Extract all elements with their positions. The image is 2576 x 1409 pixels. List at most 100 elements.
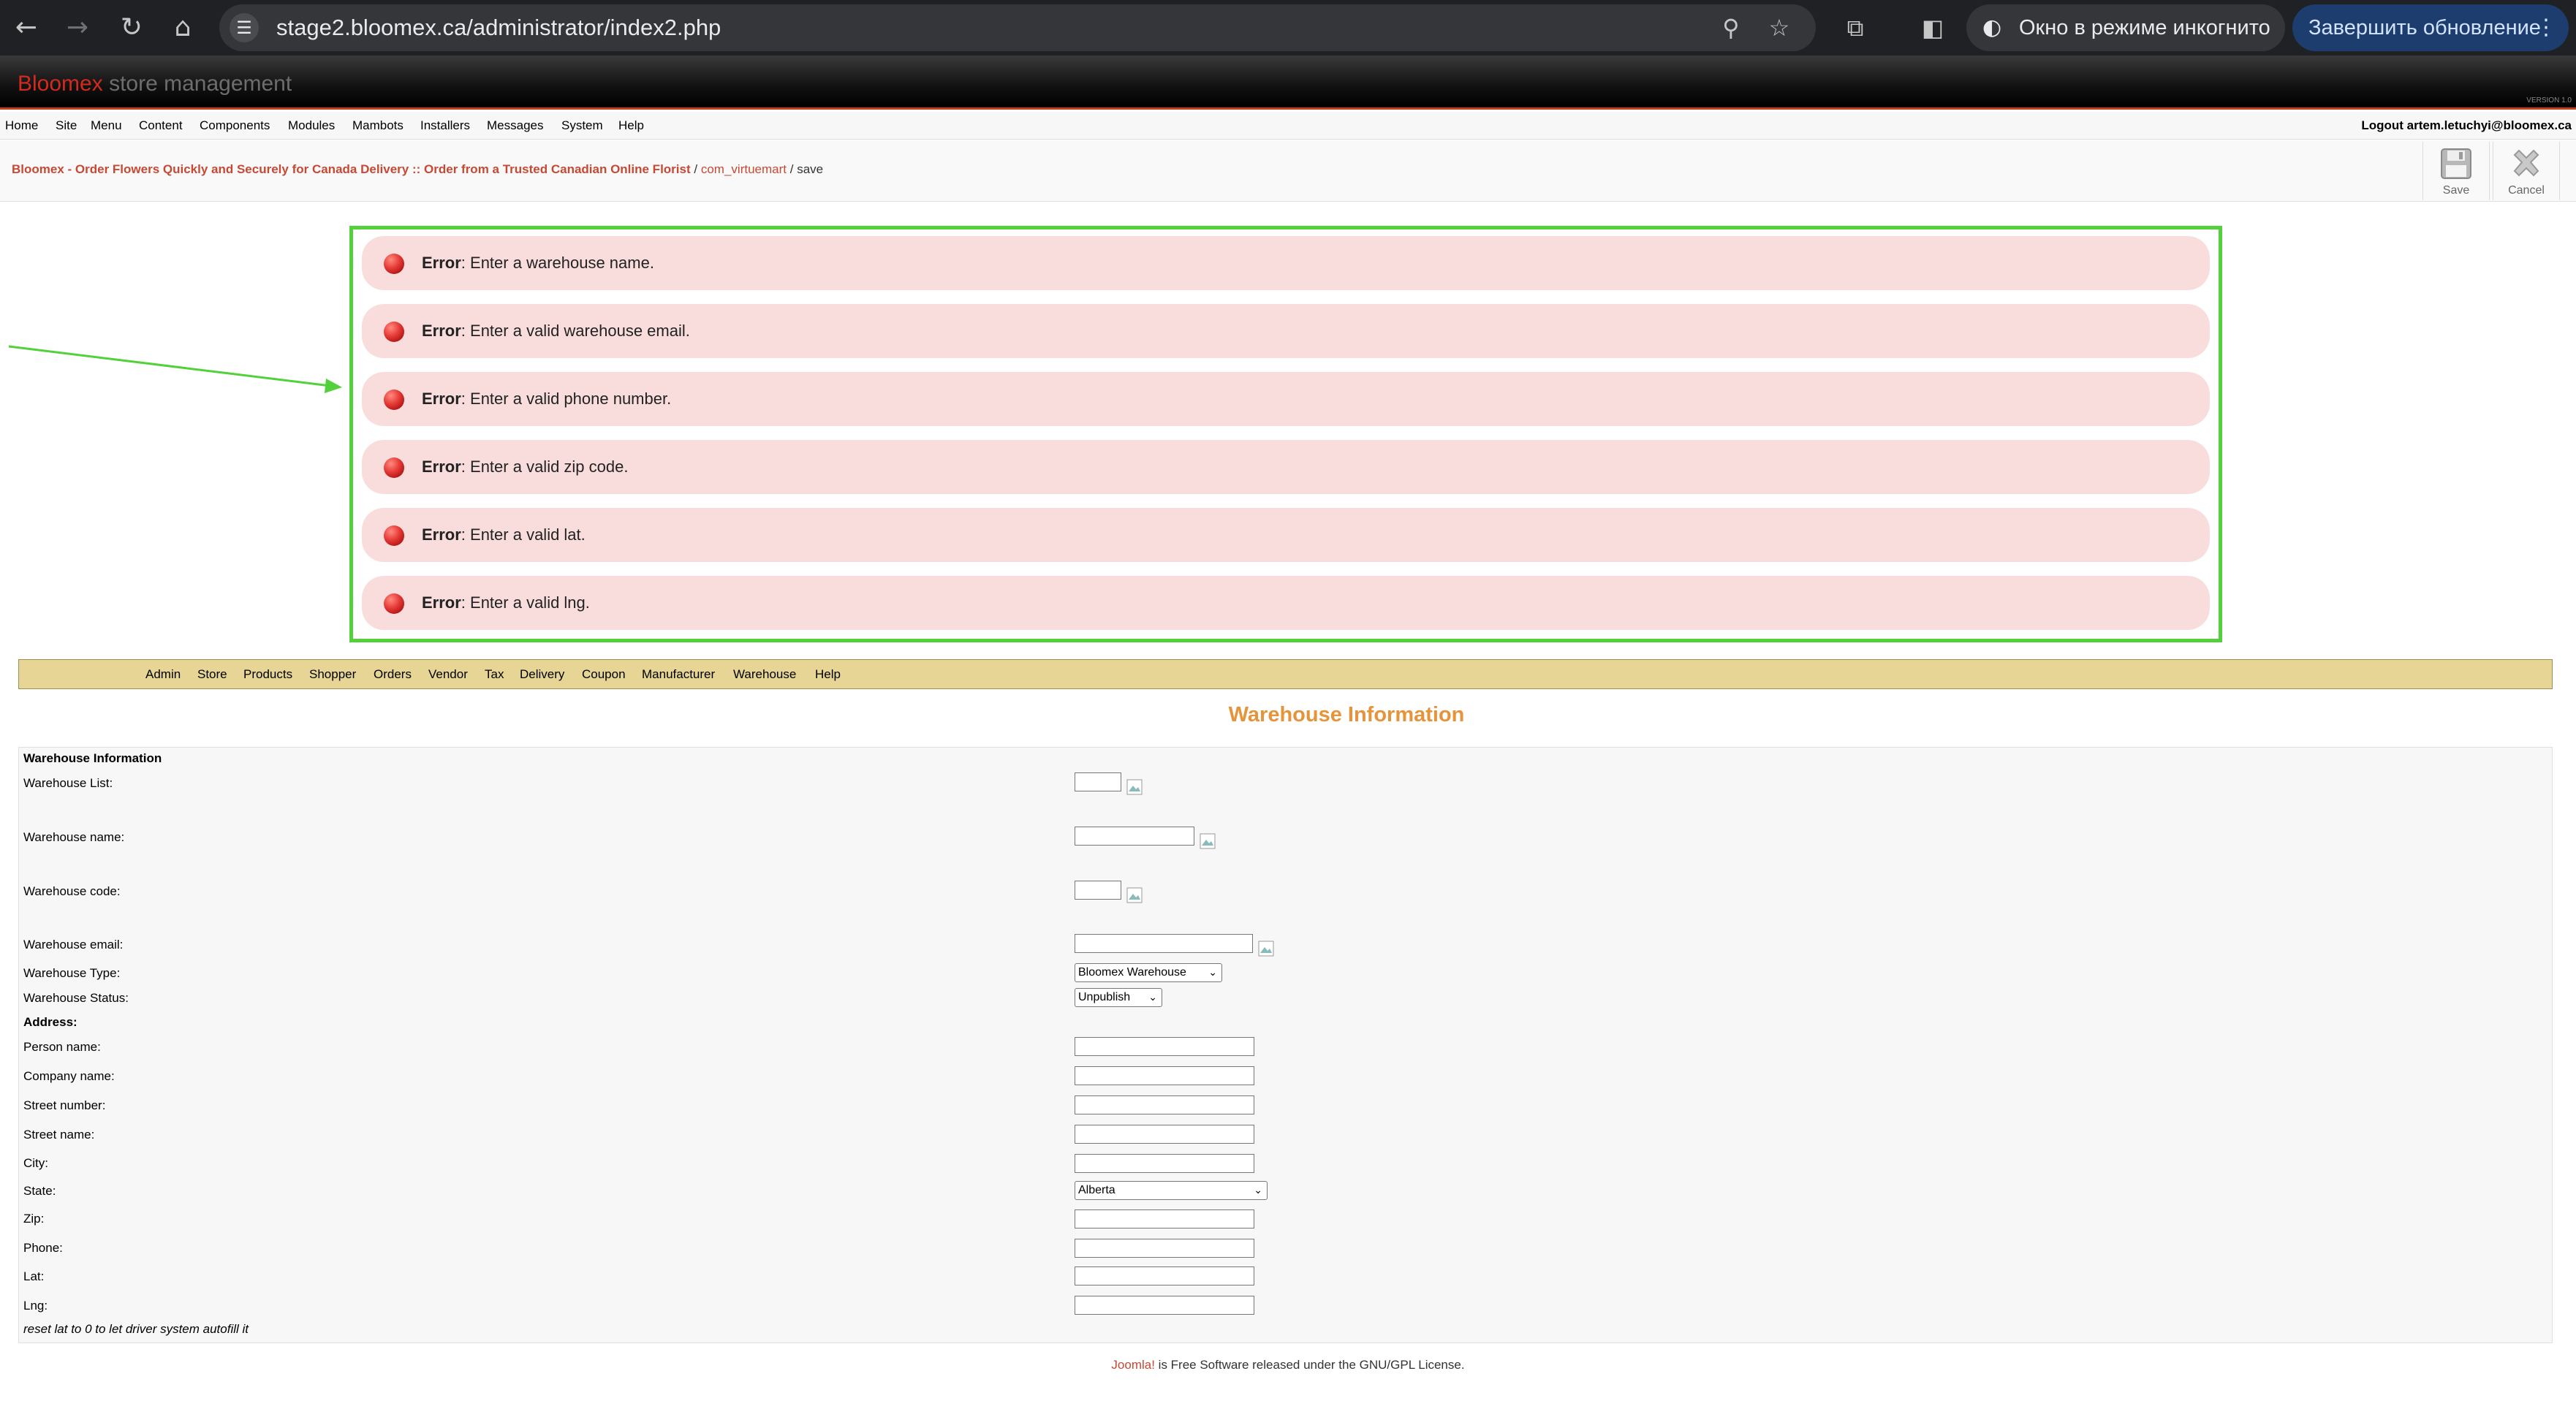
side-panel-icon[interactable]: ◧	[1915, 10, 1950, 45]
phone-field[interactable]	[1075, 1239, 1254, 1258]
error-text: : Enter a valid phone number.	[461, 390, 672, 408]
error-messages-box: Error: Enter a warehouse name. Error: En…	[349, 226, 2222, 642]
vm-menu-delivery[interactable]: Delivery	[520, 660, 564, 688]
home-icon[interactable]: ⌂	[165, 10, 200, 45]
warehouse-type-value: Bloomex Warehouse	[1078, 966, 1186, 979]
chevron-down-icon: ⌄	[1148, 992, 1157, 1003]
vm-menu-admin[interactable]: Admin	[145, 660, 181, 688]
browser-menu-icon[interactable]: ⋮	[2535, 4, 2557, 51]
vm-menu-tax[interactable]: Tax	[485, 660, 504, 688]
breadcrumb-task: save	[797, 162, 824, 176]
vm-menu-warehouse[interactable]: Warehouse	[733, 660, 796, 688]
extensions-icon[interactable]: ⧉	[1838, 10, 1873, 45]
error-message: Error: Enter a valid zip code.	[362, 440, 2210, 494]
breadcrumb-component[interactable]: com_virtuemart	[701, 162, 787, 176]
vm-menu-help[interactable]: Help	[815, 660, 841, 688]
warehouse-name-field[interactable]	[1075, 827, 1194, 846]
street-name-field[interactable]	[1075, 1125, 1254, 1144]
page-title: Warehouse Information	[1228, 703, 1465, 726]
error-message: Error: Enter a valid lat.	[362, 508, 2210, 562]
finish-update-label: Завершить обновление	[2308, 16, 2541, 39]
vm-menu-orders[interactable]: Orders	[374, 660, 412, 688]
menu-help[interactable]: Help	[618, 112, 644, 140]
error-message: Error: Enter a valid phone number.	[362, 372, 2210, 426]
lng-field[interactable]	[1075, 1296, 1254, 1315]
warehouse-type-select[interactable]: Bloomex Warehouse ⌄	[1075, 963, 1222, 982]
menu-menu[interactable]: Menu	[91, 112, 122, 140]
city-label: City:	[23, 1156, 48, 1170]
finish-update-button[interactable]: Завершить обновление ⋮	[2292, 4, 2569, 51]
error-icon	[384, 390, 404, 410]
error-icon	[384, 593, 404, 614]
back-icon[interactable]: ←	[9, 10, 44, 45]
vm-menu-products[interactable]: Products	[243, 660, 292, 688]
state-select[interactable]: Alberta ⌄	[1075, 1181, 1268, 1200]
save-icon	[2441, 148, 2471, 179]
warehouse-status-value: Unpublish	[1078, 991, 1131, 1003]
menu-components[interactable]: Components	[200, 112, 270, 140]
pathway-toolbar-row: Bloomex - Order Flowers Quickly and Secu…	[0, 140, 2576, 202]
warehouse-email-field[interactable]	[1075, 934, 1253, 953]
forward-icon[interactable]: →	[60, 10, 95, 45]
warehouse-name-label: Warehouse name:	[23, 830, 125, 844]
breadcrumb: Bloomex - Order Flowers Quickly and Secu…	[12, 162, 823, 177]
logout-link[interactable]: Logout artem.letuchyi@bloomex.ca	[2361, 112, 2572, 140]
warehouse-list-label: Warehouse List:	[23, 776, 113, 790]
state-value: Alberta	[1078, 1184, 1115, 1196]
company-name-field[interactable]	[1075, 1066, 1254, 1085]
cancel-button[interactable]: Cancel	[2493, 142, 2560, 200]
site-settings-icon[interactable]: ☰	[230, 13, 259, 42]
vm-menu-shopper[interactable]: Shopper	[309, 660, 356, 688]
bookmark-star-icon[interactable]: ☆	[1763, 12, 1795, 44]
breadcrumb-site[interactable]: Bloomex - Order Flowers Quickly and Secu…	[12, 162, 691, 176]
chevron-down-icon: ⌄	[1208, 967, 1217, 979]
lat-field[interactable]	[1075, 1266, 1254, 1285]
save-button[interactable]: Save	[2422, 142, 2490, 200]
breadcrumb-separator: /	[694, 162, 698, 176]
error-prefix: Error	[422, 457, 461, 476]
admin-menu: Home Site Menu Content Components Module…	[0, 112, 2576, 140]
incognito-badge[interactable]: ◐ Окно в режиме инкогнито	[1966, 4, 2285, 51]
menu-messages[interactable]: Messages	[487, 112, 543, 140]
warehouse-type-label: Warehouse Type:	[23, 966, 121, 980]
address-label: Address:	[23, 1015, 77, 1029]
zoom-icon[interactable]: ⚲	[1715, 12, 1747, 44]
save-label: Save	[2442, 184, 2470, 197]
form-section-title: Warehouse Information	[23, 751, 162, 765]
vm-menu-manufacturer[interactable]: Manufacturer	[642, 660, 715, 688]
joomla-link[interactable]: Joomla!	[1111, 1358, 1155, 1372]
incognito-icon: ◐	[1982, 15, 2002, 40]
lng-label: Lng:	[23, 1299, 48, 1313]
vm-menu-vendor[interactable]: Vendor	[428, 660, 468, 688]
menu-installers[interactable]: Installers	[420, 112, 470, 140]
reload-icon[interactable]: ↻	[114, 10, 149, 45]
error-text: : Enter a valid lng.	[461, 593, 590, 612]
vm-menu-store[interactable]: Store	[197, 660, 227, 688]
warehouse-form: Warehouse Information Warehouse List: Wa…	[18, 747, 2553, 1343]
error-prefix: Error	[422, 254, 461, 272]
warehouse-code-field[interactable]	[1075, 881, 1121, 900]
incognito-label: Окно в режиме инкогнито	[2019, 16, 2270, 39]
person-name-field[interactable]	[1075, 1037, 1254, 1056]
warehouse-status-label: Warehouse Status:	[23, 991, 129, 1005]
menu-content[interactable]: Content	[139, 112, 183, 140]
city-field[interactable]	[1075, 1154, 1254, 1173]
menu-site[interactable]: Site	[56, 112, 77, 140]
zip-field[interactable]	[1075, 1209, 1254, 1228]
warehouse-email-label: Warehouse email:	[23, 938, 124, 952]
menu-mambots[interactable]: Mambots	[352, 112, 404, 140]
vm-menu-coupon[interactable]: Coupon	[582, 660, 626, 688]
broken-image-icon	[1126, 887, 1143, 903]
street-number-field[interactable]	[1075, 1095, 1254, 1114]
menu-modules[interactable]: Modules	[288, 112, 335, 140]
error-icon	[384, 322, 404, 342]
broken-image-icon	[1126, 779, 1143, 795]
url-text[interactable]: stage2.bloomex.ca/administrator/index2.p…	[276, 4, 721, 51]
warehouse-list-field[interactable]	[1075, 772, 1121, 791]
menu-home[interactable]: Home	[5, 112, 38, 140]
warehouse-status-select[interactable]: Unpublish ⌄	[1075, 988, 1162, 1007]
address-bar[interactable]: ☰ stage2.bloomex.ca/administrator/index2…	[219, 4, 1816, 51]
menu-system[interactable]: System	[561, 112, 603, 140]
brand-name: Bloomex	[18, 72, 103, 96]
cancel-icon	[2513, 149, 2539, 177]
